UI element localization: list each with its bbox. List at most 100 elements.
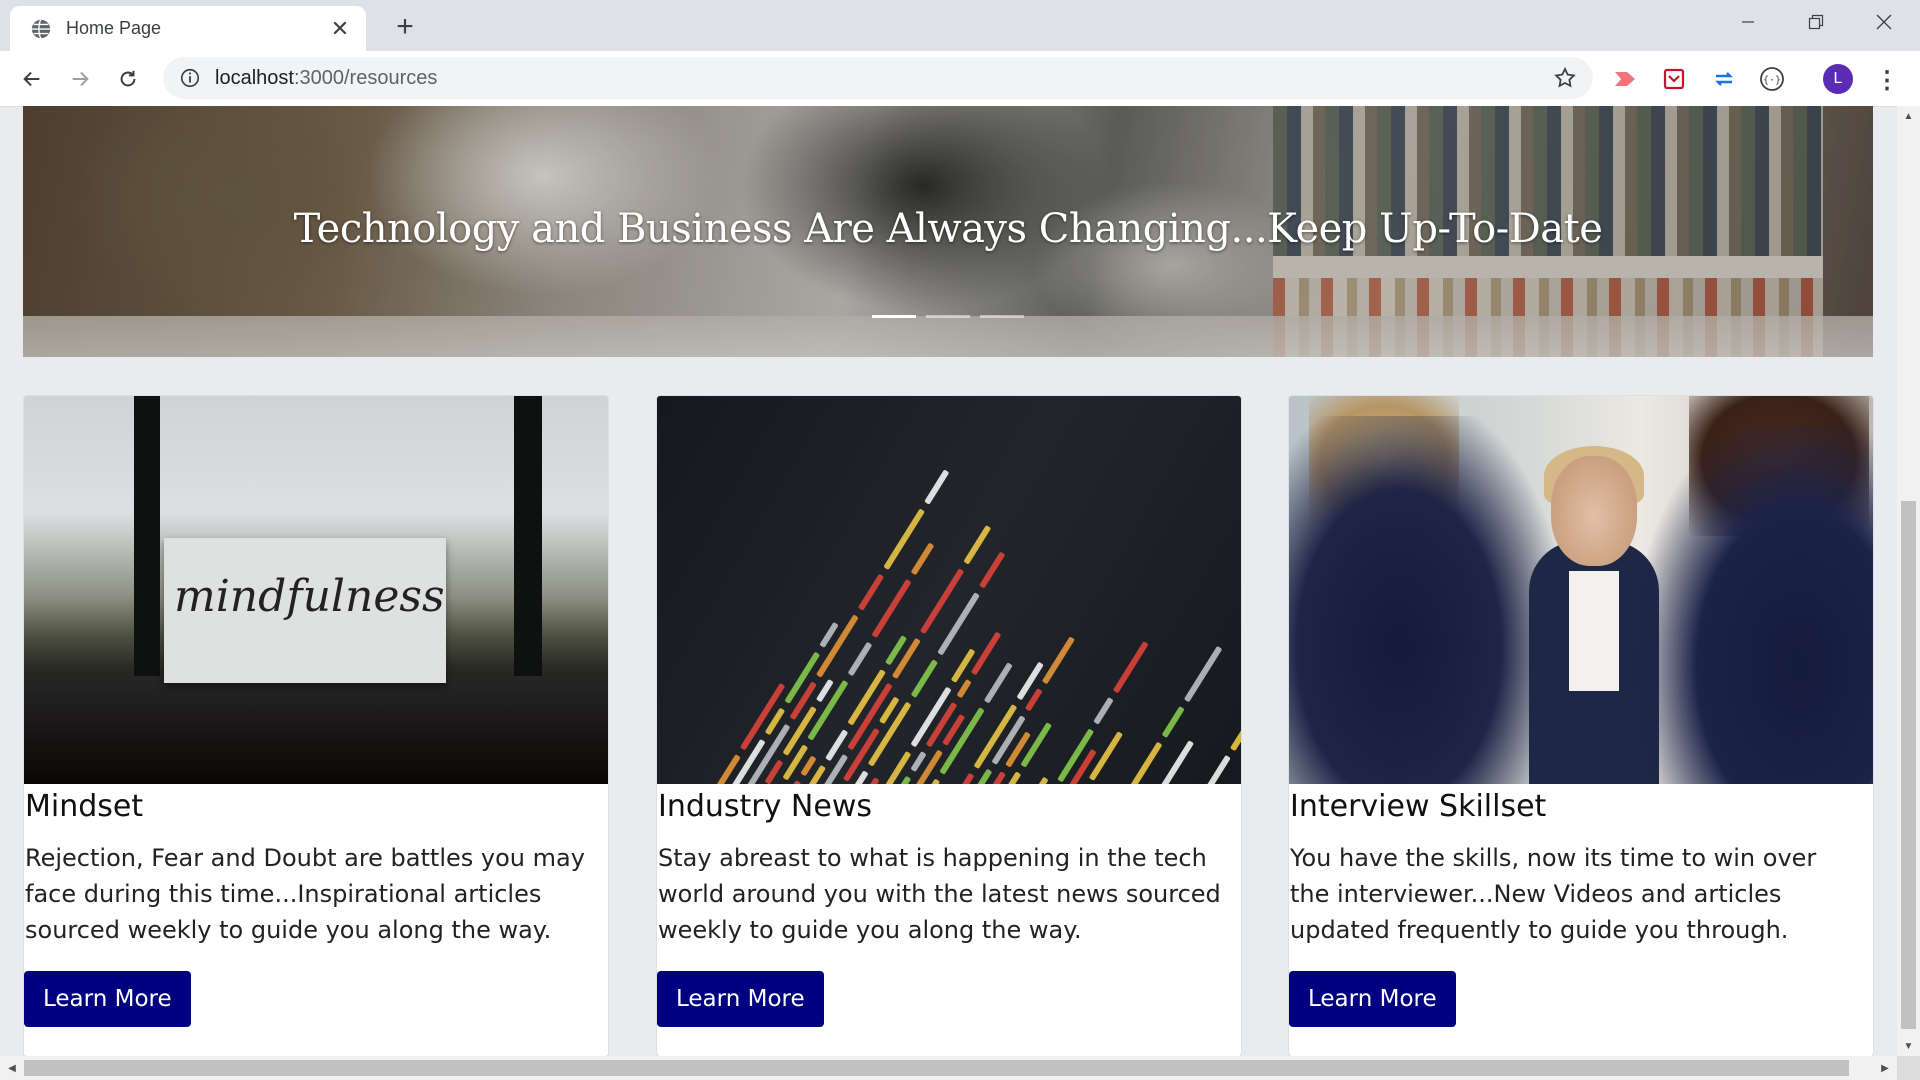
learn-more-button[interactable]: Learn More: [657, 971, 824, 1027]
code-line-segment: [858, 574, 884, 611]
window-frame-left: [134, 396, 160, 676]
code-line-segment: [911, 543, 934, 575]
card-title: Industry News: [658, 789, 872, 824]
browser-toolbar: localhost:3000/resources {·} L ⋮: [0, 51, 1920, 107]
tab-title: Home Page: [66, 18, 162, 38]
window-frame-right: [514, 396, 542, 676]
window-sill: [24, 678, 608, 784]
code-line-segment: [979, 552, 1005, 588]
code-line-segment: [1189, 755, 1231, 784]
code-line-segment: [848, 642, 872, 676]
new-tab-button[interactable]: +: [388, 10, 422, 44]
code-line-segment: [1005, 772, 1021, 784]
code-line-segment: [957, 679, 971, 698]
profile-avatar[interactable]: L: [1823, 64, 1853, 94]
code-line-segment: [974, 769, 992, 784]
card-image-interview: [1289, 396, 1873, 784]
code-line-segment: [1157, 740, 1194, 784]
code-line-segment: [1019, 777, 1048, 784]
carousel-indicator-3[interactable]: [980, 315, 1024, 318]
code-line-segment: [946, 773, 974, 784]
browser-tab[interactable]: Home Page ✕: [10, 6, 366, 51]
card-title: Mindset: [25, 789, 144, 824]
card-mindset: mindfulness Mindset Rejection, Fear and …: [23, 395, 609, 1056]
learn-more-button[interactable]: Learn More: [1289, 971, 1456, 1027]
code-line-segment: [1162, 706, 1184, 738]
code-line-segment: [872, 579, 911, 638]
card-text: Stay abreast to what is happening in the…: [658, 844, 1221, 944]
url-path: :3000/resources: [293, 66, 438, 89]
scroll-right-icon[interactable]: ▶: [1873, 1056, 1897, 1080]
person-center-shirt: [1569, 571, 1619, 691]
carousel-indicator-1[interactable]: [872, 315, 916, 318]
reload-icon[interactable]: [110, 61, 146, 97]
url-host: localhost: [215, 66, 294, 89]
code-line-segment: [926, 702, 957, 747]
code-line-segment: [801, 756, 816, 776]
globe-icon: [31, 18, 51, 39]
code-line-segment: [1042, 637, 1075, 684]
browser-menu-icon[interactable]: ⋮: [1872, 65, 1902, 95]
code-line-segment: [911, 659, 938, 698]
extension-code-icon[interactable]: {·}: [1758, 65, 1786, 93]
resource-cards: mindfulness Mindset Rejection, Fear and …: [23, 395, 1874, 1056]
code-line-segment: [951, 649, 975, 683]
scroll-left-icon[interactable]: ◀: [0, 1056, 24, 1080]
code-line-segment: [1021, 722, 1052, 767]
bookmark-star-icon[interactable]: [1553, 66, 1577, 90]
card-text: You have the skills, now its time to win…: [1290, 844, 1817, 944]
learn-more-button[interactable]: Learn More: [24, 971, 191, 1027]
forward-icon[interactable]: [62, 61, 98, 97]
code-screen-graphic: [711, 470, 1241, 784]
code-line-segment: [984, 663, 1013, 703]
card-image-mindfulness: mindfulness: [24, 396, 608, 784]
info-icon[interactable]: [179, 67, 201, 89]
card-industry-news: Industry News Stay abreast to what is ha…: [656, 395, 1242, 1056]
address-bar[interactable]: localhost:3000/resources: [163, 57, 1593, 99]
page-viewport: Technology and Business Are Always Chang…: [0, 106, 1898, 1056]
code-line-segment: [1230, 715, 1241, 751]
code-line-segment: [1025, 688, 1042, 711]
code-line-segment: [1184, 646, 1222, 702]
hero-caption: Technology and Business Are Always Chang…: [293, 206, 1603, 252]
close-tab-icon[interactable]: ✕: [326, 15, 354, 43]
extension-swap-icon[interactable]: [1710, 65, 1738, 93]
minimize-icon[interactable]: [1718, 0, 1778, 44]
extension-pocket-icon[interactable]: [1660, 65, 1688, 93]
restore-icon[interactable]: [1786, 0, 1846, 44]
code-line-segment: [1123, 742, 1162, 784]
back-icon[interactable]: [14, 61, 50, 97]
vertical-scroll-thumb[interactable]: [1901, 501, 1916, 1029]
code-line-segment: [911, 751, 926, 772]
close-window-icon[interactable]: [1854, 0, 1914, 44]
code-line-segment: [1113, 641, 1148, 693]
note-word: mindfulness: [174, 571, 445, 622]
code-line-segment: [971, 632, 1001, 675]
card-text: Rejection, Fear and Doubt are battles yo…: [25, 844, 585, 944]
carousel-indicator-2[interactable]: [926, 315, 970, 318]
card-interview-skillset: Interview Skillset You have the skills, …: [1288, 395, 1874, 1056]
person-right: [1619, 426, 1873, 784]
card-title: Interview Skillset: [1290, 789, 1547, 824]
scroll-down-icon[interactable]: ▼: [1897, 1036, 1920, 1056]
code-line-segment: [924, 470, 949, 505]
code-line-segment: [964, 525, 991, 564]
horizontal-scroll-thumb[interactable]: [24, 1060, 1849, 1076]
code-line-segment: [892, 638, 920, 679]
carousel-indicators: [23, 315, 1873, 318]
code-line-segment: [816, 679, 833, 702]
url-text[interactable]: localhost:3000/resources: [215, 67, 437, 90]
code-line-segment: [1093, 697, 1113, 725]
vertical-scrollbar[interactable]: ▲ ▼: [1897, 106, 1920, 1056]
card-image-code: [657, 396, 1241, 784]
scrollbar-corner: [1897, 1056, 1920, 1080]
code-line-segment: [785, 652, 820, 704]
person-left: [1289, 416, 1559, 784]
horizontal-scrollbar[interactable]: ◀ ▶: [0, 1056, 1897, 1080]
extension-arrow-icon[interactable]: [1612, 65, 1640, 93]
svg-text:{·}: {·}: [1763, 75, 1781, 86]
code-line-segment: [769, 780, 801, 784]
tab-strip: Home Page ✕ +: [0, 0, 1920, 51]
hero-carousel[interactable]: Technology and Business Are Always Chang…: [23, 106, 1873, 357]
scroll-up-icon[interactable]: ▲: [1897, 106, 1920, 126]
